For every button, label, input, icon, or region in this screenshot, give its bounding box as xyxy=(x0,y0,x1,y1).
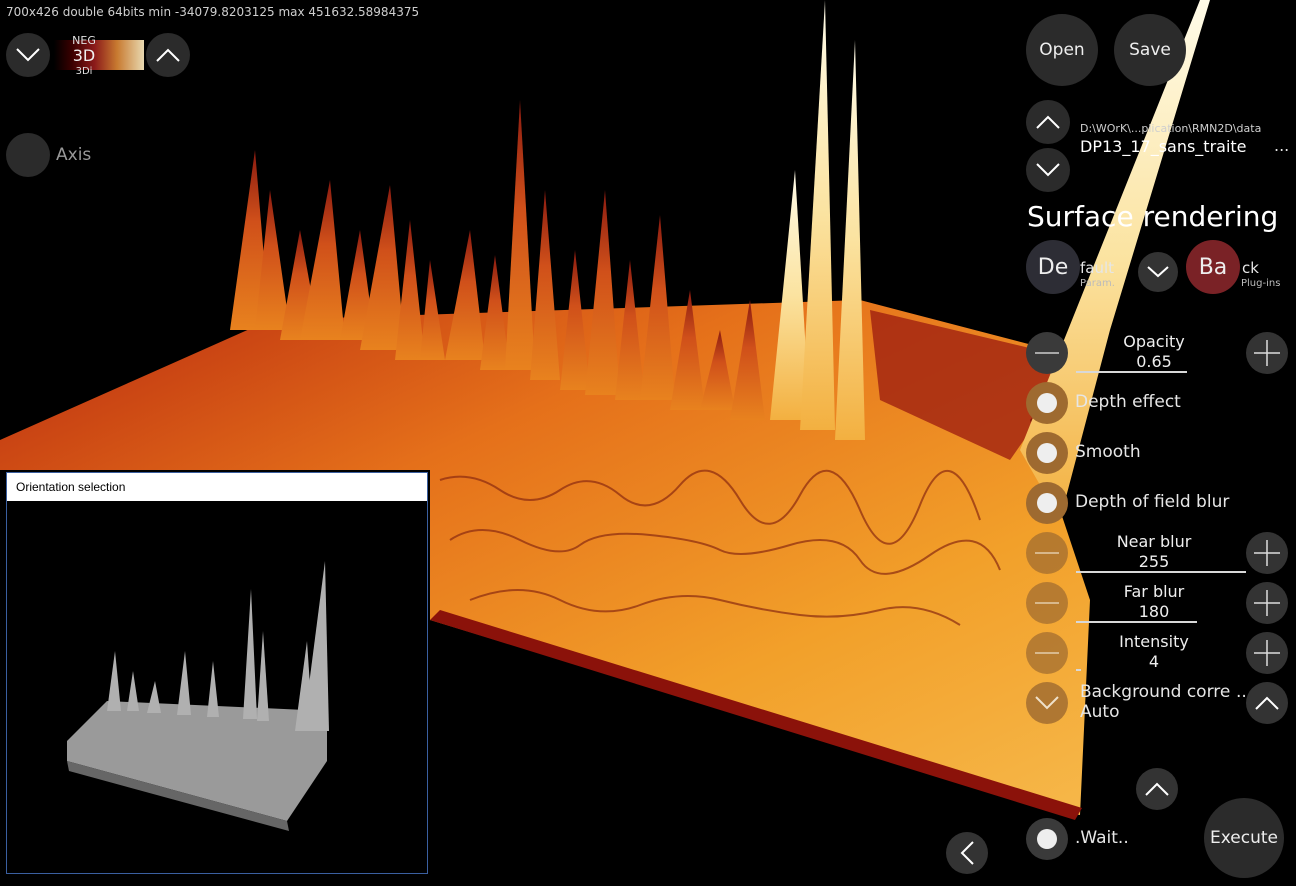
back-sub-label: Plug-ins xyxy=(1241,278,1281,289)
chevron-up-icon xyxy=(156,48,180,62)
plus-icon xyxy=(1254,590,1280,616)
minus-icon xyxy=(1035,652,1059,654)
panel-collapse-button[interactable] xyxy=(1136,768,1178,810)
far-blur-slider[interactable] xyxy=(1076,621,1197,623)
execute-button[interactable]: Execute xyxy=(1204,798,1284,878)
file-next-button[interactable] xyxy=(1026,148,1070,192)
default-sub-label: Param. xyxy=(1080,278,1115,289)
open-button[interactable]: Open xyxy=(1026,14,1098,86)
plugin-dropdown-button[interactable] xyxy=(1138,252,1178,292)
opacity-value: 0.65 xyxy=(1136,352,1172,371)
minus-icon xyxy=(1035,552,1059,554)
opacity-minus-button[interactable] xyxy=(1026,332,1068,374)
back-plugins-button[interactable]: Ba xyxy=(1186,240,1240,294)
intensity-minus-button[interactable] xyxy=(1026,632,1068,674)
minus-icon xyxy=(1035,602,1059,604)
smooth-toggle[interactable] xyxy=(1026,432,1068,474)
panel-title: Surface rendering xyxy=(1027,200,1279,233)
save-button[interactable]: Save xyxy=(1114,14,1186,86)
file-name: DP13_17_sans_traite xyxy=(1080,137,1247,156)
plus-icon xyxy=(1254,640,1280,666)
default-params-button[interactable]: De xyxy=(1026,240,1080,294)
axis-label: Axis xyxy=(56,145,92,165)
near-blur-slider[interactable] xyxy=(1076,571,1246,573)
intensity-label: Intensity xyxy=(1119,632,1189,651)
near-blur-label: Near blur xyxy=(1116,532,1192,551)
near-blur-plus-button[interactable] xyxy=(1246,532,1288,574)
axis-toggle[interactable] xyxy=(6,133,50,177)
dof-blur-toggle[interactable] xyxy=(1026,482,1068,524)
colormap-sub-label: 3Di xyxy=(75,66,93,77)
chevron-up-icon xyxy=(1036,115,1060,129)
far-blur-value: 180 xyxy=(1138,602,1170,621)
chevron-up-icon xyxy=(1255,696,1279,710)
depth-effect-label: Depth effect xyxy=(1075,392,1181,412)
chevron-up-icon xyxy=(1145,782,1169,796)
minus-icon xyxy=(1035,352,1059,354)
smooth-label: Smooth xyxy=(1075,442,1141,462)
data-info: 700x426 double 64bits min -34079.8203125… xyxy=(6,5,420,19)
opacity-slider[interactable] xyxy=(1076,371,1187,373)
far-blur-minus-button[interactable] xyxy=(1026,582,1068,624)
file-more-button[interactable]: ... xyxy=(1274,136,1289,155)
back-label: ck xyxy=(1242,259,1259,277)
bg-corr-next-button[interactable] xyxy=(1246,682,1288,724)
bg-corr-label: Background corre xyxy=(1080,682,1231,702)
bg-corr-prev-button[interactable] xyxy=(1026,682,1068,724)
back-nav-button[interactable] xyxy=(946,832,988,874)
file-prev-button[interactable] xyxy=(1026,100,1070,144)
opacity-plus-button[interactable] xyxy=(1246,332,1288,374)
plus-icon xyxy=(1254,340,1280,366)
far-blur-label: Far blur xyxy=(1123,582,1185,601)
dof-blur-label: Depth of field blur xyxy=(1075,492,1230,512)
chevron-down-icon xyxy=(1035,696,1059,710)
near-blur-minus-button[interactable] xyxy=(1026,532,1068,574)
opacity-label: Opacity xyxy=(1123,332,1185,351)
chevron-left-icon xyxy=(960,841,974,865)
colormap-prev-button[interactable] xyxy=(6,33,50,77)
colormap-preview: NEG 3D 3Di xyxy=(54,34,144,77)
intensity-plus-button[interactable] xyxy=(1246,632,1288,674)
near-blur-value: 255 xyxy=(1138,552,1170,571)
far-blur-plus-button[interactable] xyxy=(1246,582,1288,624)
colormap-next-button[interactable] xyxy=(146,33,190,77)
depth-effect-toggle[interactable] xyxy=(1026,382,1068,424)
file-path: D:\WOrK\...plication\RMN2D\data xyxy=(1080,122,1262,135)
bg-corr-value: Auto xyxy=(1080,702,1120,722)
orientation-selection-title: Orientation selection xyxy=(7,473,427,501)
wait-label: .Wait.. xyxy=(1075,828,1129,848)
colormap-mode-label: 3D xyxy=(72,46,96,65)
plus-icon xyxy=(1254,540,1280,566)
chevron-down-icon xyxy=(1036,163,1060,177)
intensity-value: 4 xyxy=(1148,652,1160,671)
chevron-down-icon xyxy=(16,48,40,62)
default-label: fault xyxy=(1080,259,1115,277)
chevron-down-icon xyxy=(1147,266,1169,278)
intensity-slider[interactable] xyxy=(1076,669,1081,671)
orientation-selection-window[interactable]: Orientation selection xyxy=(6,472,428,874)
orientation-preview[interactable] xyxy=(7,501,427,871)
wait-indicator xyxy=(1026,818,1068,860)
